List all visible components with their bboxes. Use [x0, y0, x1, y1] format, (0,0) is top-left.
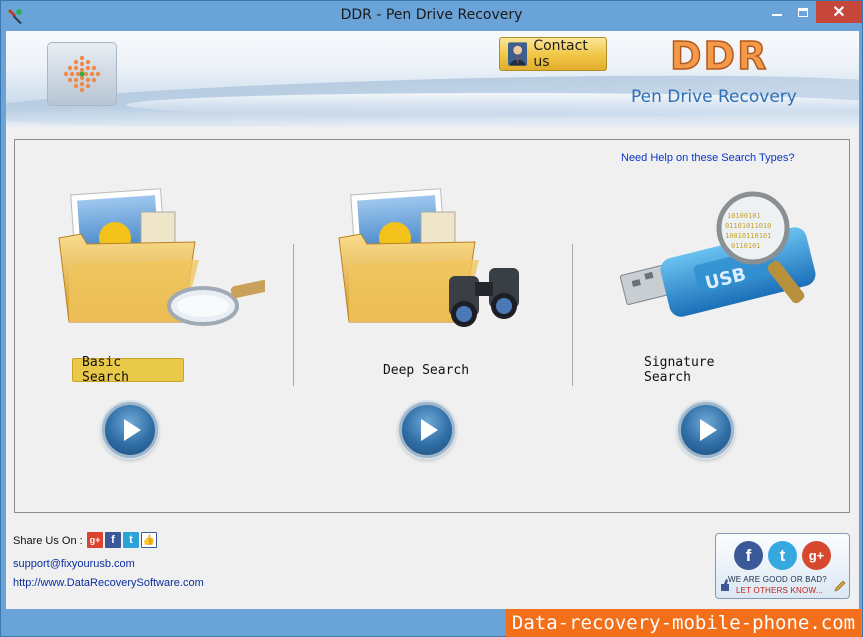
- person-icon: [508, 42, 528, 66]
- feedback-social-icons: f t g+: [734, 541, 831, 570]
- feedback-line2: LET OTHERS KNOW...: [736, 586, 824, 595]
- header-banner: Contact us DDR Pen Drive Recovery: [6, 31, 859, 127]
- facebook-icon[interactable]: f: [105, 532, 121, 548]
- feedback-line1: WE ARE GOOD OR BAD?: [728, 575, 827, 584]
- pencil-icon: [834, 580, 846, 592]
- usb-magnifier-icon: USB 10100101 01101011010 10010110101 011…: [619, 191, 816, 317]
- svg-text:10010110101: 10010110101: [725, 232, 771, 240]
- signature-search-label[interactable]: Signature Search: [635, 355, 775, 385]
- svg-text:0110101: 0110101: [731, 242, 761, 250]
- svg-text:10100101: 10100101: [727, 212, 761, 220]
- basic-search-play-button[interactable]: [102, 402, 158, 458]
- ddr-dot-logo-icon: [63, 55, 101, 93]
- deep-search-play-button[interactable]: [399, 402, 455, 458]
- deep-search-label[interactable]: Deep Search: [371, 358, 481, 382]
- google-plus-icon: g+: [802, 541, 831, 570]
- play-icon: [421, 419, 438, 441]
- play-icon: [124, 419, 141, 441]
- logo: [47, 42, 117, 106]
- minimize-button[interactable]: [764, 1, 790, 23]
- search-options-panel: Need Help on these Search Types? Basic S…: [14, 139, 850, 513]
- share-label: Share Us On :: [13, 535, 83, 547]
- support-email-link[interactable]: support@fixyourusb.com: [13, 558, 135, 570]
- window-title: DDR - Pen Drive Recovery: [340, 7, 523, 23]
- brand-subtitle: Pen Drive Recovery: [631, 87, 797, 107]
- help-link[interactable]: Need Help on these Search Types?: [621, 152, 794, 164]
- maximize-icon: [798, 7, 808, 17]
- website-link[interactable]: http://www.DataRecoverySoftware.com: [13, 577, 204, 589]
- svg-text:01101011010: 01101011010: [725, 222, 771, 230]
- basic-search-label[interactable]: Basic Search: [72, 355, 184, 385]
- feedback-button[interactable]: f t g+ WE ARE GOOD OR BAD? LET OTHERS KN…: [715, 533, 850, 599]
- main-content: Need Help on these Search Types? Basic S…: [6, 127, 859, 609]
- brand-title: DDR: [669, 33, 769, 79]
- twitter-icon: t: [768, 541, 797, 570]
- like-icon[interactable]: 👍: [141, 532, 157, 548]
- title-bar[interactable]: DDR - Pen Drive Recovery ✕: [1, 1, 862, 31]
- watermark-banner: Data-recovery-mobile-phone.com: [506, 609, 861, 637]
- contact-us-label: Contact us: [533, 38, 588, 70]
- divider: [293, 244, 294, 386]
- folder-binoculars-icon: [338, 188, 519, 327]
- twitter-icon[interactable]: t: [123, 532, 139, 548]
- social-share-row: g+ f t 👍: [87, 532, 157, 548]
- folder-magnifier-icon: [58, 188, 265, 326]
- minimize-icon: [772, 14, 782, 16]
- basic-search-option[interactable]: Basic Search: [15, 186, 265, 476]
- close-icon: ✕: [832, 4, 846, 21]
- facebook-icon: f: [734, 541, 763, 570]
- close-button[interactable]: ✕: [816, 1, 862, 23]
- maximize-button[interactable]: [790, 1, 816, 23]
- google-plus-icon[interactable]: g+: [87, 532, 103, 548]
- deep-search-option[interactable]: Deep Search: [295, 186, 535, 476]
- play-icon: [700, 419, 717, 441]
- contact-us-button[interactable]: Contact us: [499, 37, 607, 71]
- signature-search-option[interactable]: USB 10100101 01101011010 10010110101 011…: [573, 186, 816, 476]
- signature-search-play-button[interactable]: [678, 402, 734, 458]
- app-window: DDR - Pen Drive Recovery ✕ Contact us DD…: [0, 0, 863, 637]
